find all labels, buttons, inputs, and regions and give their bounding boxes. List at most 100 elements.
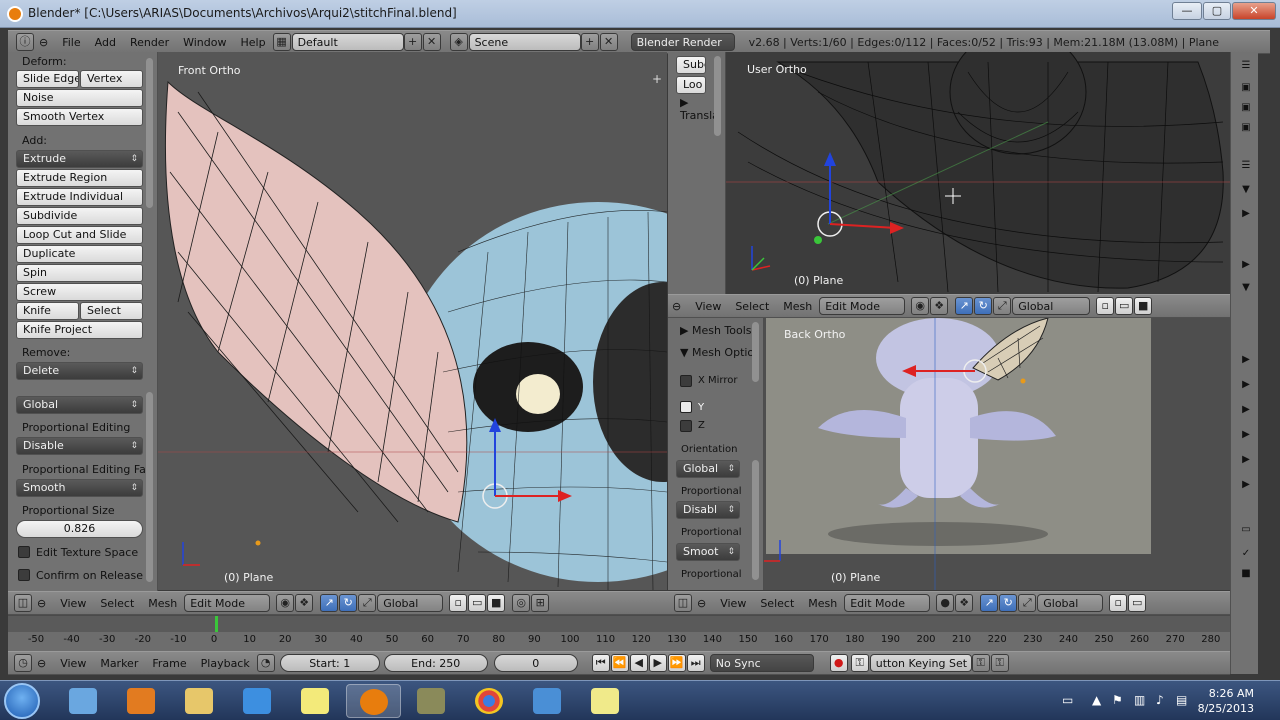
jump-end-icon[interactable]: ⏭ [686,654,705,672]
back-shading-icon[interactable]: ● [936,594,955,612]
collapse-menu-icon[interactable]: ⊖ [39,36,48,49]
tool-shelf-scrollbar-lower[interactable] [146,392,153,582]
delete-menu[interactable]: Delete [16,362,143,380]
start-frame-field[interactable]: Start: 1 [279,654,380,672]
taskbar-notes-app[interactable] [578,684,633,718]
jump-prev-key-icon[interactable]: ⏪ [610,654,629,672]
taskbar-dropbox[interactable] [230,684,285,718]
world-props-icon[interactable]: ▣ [1238,120,1254,136]
timeline-marker-menu[interactable]: Marker [100,657,138,670]
back-view-menu[interactable]: View [720,597,746,610]
scene-props-icon[interactable]: ▣ [1238,100,1254,116]
mesh-tools-panel-header[interactable]: ▶ Mesh Tools [680,324,752,337]
taskbar-blender[interactable] [346,684,401,718]
transform-orientation-select[interactable]: Global [16,396,143,414]
folder-icon[interactable]: ▭ [1238,522,1254,538]
taskbar-people-app[interactable] [56,684,111,718]
tray-connection-icon[interactable]: ▤ [1176,693,1187,707]
menu-help[interactable]: Help [240,36,265,49]
keying-set-field[interactable]: utton Keying Set [869,654,972,672]
strip-arrow-7-icon[interactable]: ▶ [1238,452,1254,468]
user-face-select-icon[interactable]: ■ [1134,297,1153,315]
timeline-view-menu[interactable]: View [60,657,86,670]
jump-next-key-icon[interactable]: ⏩ [667,654,686,672]
remove-layout-icon[interactable]: ✕ [422,33,441,51]
timeline-ruler[interactable]: -50 -40 -30 -20 -10 0 10 20 30 40 50 60 70 80 90 100 110… [8,615,1230,651]
keying-set-icon[interactable]: ⚿ [850,654,869,672]
strip-arrow-5-icon[interactable]: ▶ [1238,402,1254,418]
screw-button[interactable]: Screw [16,283,143,301]
outliner-menu-icon[interactable]: ☰ [1238,158,1254,174]
extrude-menu[interactable]: Extrude [16,150,143,168]
front-vertex-select-icon[interactable]: ▫ [449,594,468,612]
back-scale-icon[interactable]: ⤢ [1018,594,1037,612]
front-mesh-menu[interactable]: Mesh [148,597,177,610]
loop-cut-button[interactable]: Loop Cut and Slide [16,226,143,244]
play-icon[interactable]: ▶ [648,654,667,672]
taskbar-explorer[interactable] [172,684,227,718]
user-mode-select[interactable]: Edit Mode [819,297,906,315]
tray-network-icon[interactable]: ▥ [1134,693,1145,707]
editor-type-icon[interactable]: ⓘ [16,33,34,51]
duplicate-button[interactable]: Duplicate [16,245,143,263]
strip-arrow-4-icon[interactable]: ▶ [1238,377,1254,393]
properties-menu-icon[interactable]: ☰ [1238,58,1254,74]
confirm-on-release-checkbox[interactable] [18,569,30,581]
strip-arrow-2-icon[interactable]: ▼ [1238,280,1254,296]
back-mesh-menu[interactable]: Mesh [808,597,837,610]
tray-expand-icon[interactable]: ▲ [1092,693,1101,707]
front-orientation-select[interactable]: Global [377,594,444,612]
z-mirror-checkbox[interactable] [680,420,692,432]
menu-file[interactable]: File [62,36,80,49]
front-editor-type-icon[interactable]: ◫ [14,594,32,612]
knife-project-button[interactable]: Knife Project [16,321,143,339]
end-frame-field[interactable]: End: 250 [383,654,488,672]
front-scale-icon[interactable]: ⤢ [358,594,377,612]
proportional-select[interactable]: Disabl [676,501,740,519]
back-select-menu[interactable]: Select [760,597,794,610]
knife-button[interactable]: Knife [16,302,79,320]
play-reverse-icon[interactable]: ◀ [629,654,648,672]
front-shading-icon[interactable]: ◉ [276,594,295,612]
user-vertex-select-icon[interactable]: ▫ [1096,297,1115,315]
tray-device-icon[interactable]: ▭ [1062,693,1073,707]
orientation-select[interactable]: Global [676,460,740,478]
taskbar-clock[interactable]: 8:26 AM 8/25/2013 [1198,686,1254,716]
front-snap-icon[interactable]: ⊞ [531,594,550,612]
back-collapse-icon[interactable]: ⊖ [697,597,706,610]
start-button[interactable] [4,683,40,719]
timeline-playback-menu[interactable]: Playback [201,657,250,670]
delete-keyframe-icon[interactable]: ⚿ [990,654,1009,672]
user-shading-icon[interactable]: ◉ [911,297,930,315]
back-ortho-viewport[interactable]: ▶ Mesh Tools ▼ Mesh Optio X Mirror Y Z O… [668,318,1230,590]
front-ortho-viewport[interactable]: Front Ortho (0) Plane + [158,52,667,590]
timeline-editor-type-icon[interactable]: ◷ [14,654,32,672]
user-orientation-select[interactable]: Global [1012,297,1091,315]
spin-button[interactable]: Spin [16,264,143,282]
timeline-collapse-icon[interactable]: ⊖ [37,657,46,670]
strip-arrow-6-icon[interactable]: ▶ [1238,427,1254,443]
menu-add[interactable]: Add [95,36,116,49]
user-y-handle[interactable] [814,236,822,244]
side-panel-scrollbar-lower[interactable] [752,460,759,580]
proportional-falloff-select[interactable]: Smoot [676,543,740,561]
edit-texture-space-checkbox[interactable] [18,546,30,558]
front-proportional-icon[interactable]: ◎ [512,594,531,612]
user-view-menu[interactable]: View [695,300,721,313]
slide-edge-button[interactable]: Slide Edge [16,70,79,88]
scene-field[interactable]: Scene [468,33,581,51]
mesh-options-panel-header[interactable]: ▼ Mesh Optio [680,346,754,359]
close-button[interactable]: ✕ [1232,2,1276,20]
subdivide-button[interactable]: Subdivide [16,207,143,225]
taskbar-chrome[interactable] [462,684,517,718]
menu-window[interactable]: Window [183,36,226,49]
render-engine-select[interactable]: Blender Render [630,33,735,51]
tool-shelf-scrollbar[interactable] [146,58,153,208]
knife-select-button[interactable]: Select [80,302,143,320]
user-mesh-menu[interactable]: Mesh [783,300,812,313]
front-pivot-icon[interactable]: ❖ [295,594,314,612]
timeline-scrub-area[interactable] [8,616,1230,632]
collapse-header-icon[interactable]: ⊖ [672,300,681,313]
smooth-vertex-button[interactable]: Smooth Vertex [16,108,143,126]
y-mirror-checkbox[interactable] [680,401,692,413]
